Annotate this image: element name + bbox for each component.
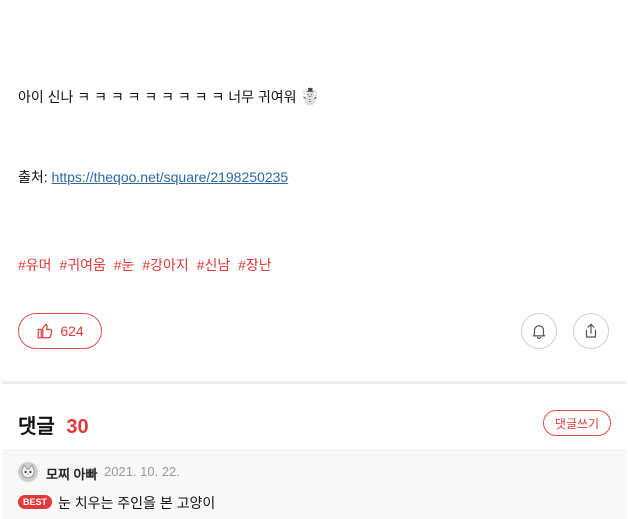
share-button[interactable] (573, 313, 609, 349)
thumbs-up-icon (37, 323, 53, 339)
source-label: 출처: (18, 169, 48, 185)
post-text: 아이 신나 ㅋ ㅋ ㅋ ㅋ ㅋ ㅋ ㅋ ㅋ ㅋ 너무 귀여워 ☃️ (18, 87, 320, 107)
tag-list: #유머 #귀여움 #눈 #강아지 #신남 #장난 (18, 255, 276, 275)
tag-prank[interactable]: #장난 (238, 257, 272, 273)
comment-author[interactable]: 모찌 아빠 (46, 464, 97, 483)
snowman-emoji: ☃️ (300, 89, 321, 106)
tag-humor[interactable]: #유머 (18, 257, 52, 273)
comments-header: 댓글 30 (18, 410, 89, 439)
tag-excited[interactable]: #신남 (197, 257, 231, 273)
section-divider (2, 381, 626, 384)
tag-cute[interactable]: #귀여움 (59, 257, 105, 273)
like-button[interactable]: 624 (18, 313, 102, 349)
best-badge: BEST (18, 495, 52, 509)
avatar[interactable] (18, 462, 38, 482)
tag-snow[interactable]: #눈 (114, 257, 135, 273)
write-comment-button[interactable]: 댓글쓰기 (543, 410, 611, 436)
source-link[interactable]: https://theqoo.net/square/2198250235 (52, 169, 289, 185)
share-icon (585, 323, 597, 338)
cat-avatar-icon (18, 462, 38, 482)
comment-date: 2021. 10. 22. (104, 464, 180, 479)
comments-title: 댓글 (18, 416, 55, 438)
source-line: 출처: https://theqoo.net/square/2198250235 (18, 167, 288, 187)
comment-text: 눈 치우는 주인을 본 고양이 (58, 495, 216, 511)
bell-icon (532, 325, 546, 340)
like-count: 624 (60, 323, 84, 339)
post-text-main: 아이 신나 ㅋ ㅋ ㅋ ㅋ ㅋ ㅋ ㅋ ㅋ ㅋ 너무 귀여워 (18, 89, 297, 105)
comments-count: 30 (66, 416, 89, 438)
tag-puppy[interactable]: #강아지 (142, 257, 188, 273)
notification-button[interactable] (521, 313, 557, 349)
